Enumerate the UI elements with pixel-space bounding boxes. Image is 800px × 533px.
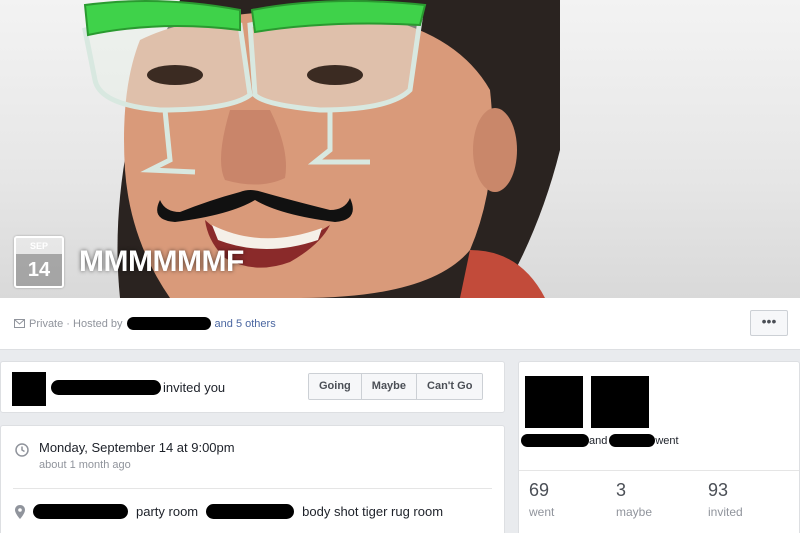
event-details-card: Monday, September 14 at 9:00pm about 1 m…: [0, 425, 505, 533]
guest-avatar[interactable]: [525, 376, 583, 428]
event-cover-photo: SEP 14 MMMMMMF: [0, 0, 800, 298]
details-divider: [13, 488, 492, 489]
redacted-location-part: [206, 504, 295, 519]
event-date-badge: SEP 14: [14, 236, 64, 288]
stat-invited-count: 93: [708, 480, 729, 500]
redacted-guest-name: [609, 434, 656, 447]
going-button[interactable]: Going: [309, 374, 362, 399]
location-pin-icon: [15, 504, 25, 519]
more-options-button[interactable]: •••: [750, 310, 788, 336]
guests-went-text: went: [655, 434, 679, 447]
stat-went[interactable]: 69 went: [529, 480, 554, 519]
co-hosts-link[interactable]: and 5 others: [215, 318, 276, 330]
host-line: Private · Hosted by and 5 others: [14, 317, 276, 330]
stat-maybe-count: 3: [616, 480, 627, 500]
redacted-host-name: [126, 317, 211, 330]
stat-maybe-label: maybe: [616, 505, 653, 519]
stat-invited-label: invited: [708, 505, 743, 519]
guests-went-line: and went: [519, 434, 800, 447]
guests-divider: [519, 470, 799, 471]
event-meta-bar: Private · Hosted by and 5 others •••: [0, 298, 800, 350]
event-title: MMMMMMF: [79, 245, 244, 278]
event-month: SEP: [16, 238, 62, 254]
event-datetime[interactable]: Monday, September 14 at 9:00pm: [39, 440, 235, 455]
guests-card: and went 69 went 3 maybe 93 invited: [518, 361, 800, 533]
event-location-row: party room body shot tiger rug room: [15, 504, 443, 519]
guests-and-text: and: [589, 434, 608, 447]
location-text-1[interactable]: party room: [136, 504, 198, 519]
redacted-guest-name: [521, 434, 589, 447]
stat-went-label: went: [529, 505, 555, 519]
event-time-row: Monday, September 14 at 9:00pm about 1 m…: [15, 440, 235, 471]
cant-go-button[interactable]: Can't Go: [417, 374, 483, 399]
invite-text: invited you: [163, 380, 226, 395]
redacted-inviter-name: [51, 380, 161, 395]
invite-card: invited you Going Maybe Can't Go: [0, 361, 505, 413]
rsvp-button-group: Going Maybe Can't Go: [308, 373, 484, 400]
privacy-text: Private · Hosted by: [29, 317, 123, 330]
event-relative-time: about 1 month ago: [39, 459, 131, 471]
clock-icon: [15, 443, 29, 457]
location-text-2[interactable]: body shot tiger rug room: [302, 504, 443, 519]
invite-line: invited you: [51, 380, 225, 395]
envelope-icon: [14, 319, 25, 328]
guest-avatar[interactable]: [591, 376, 649, 428]
stat-maybe[interactable]: 3 maybe: [616, 480, 652, 519]
redacted-location-part: [33, 504, 128, 519]
stat-went-count: 69: [529, 480, 550, 500]
event-day: 14: [16, 254, 62, 286]
maybe-button[interactable]: Maybe: [361, 374, 418, 399]
inviter-avatar[interactable]: [12, 372, 46, 406]
stat-invited[interactable]: 93 invited: [708, 480, 743, 519]
